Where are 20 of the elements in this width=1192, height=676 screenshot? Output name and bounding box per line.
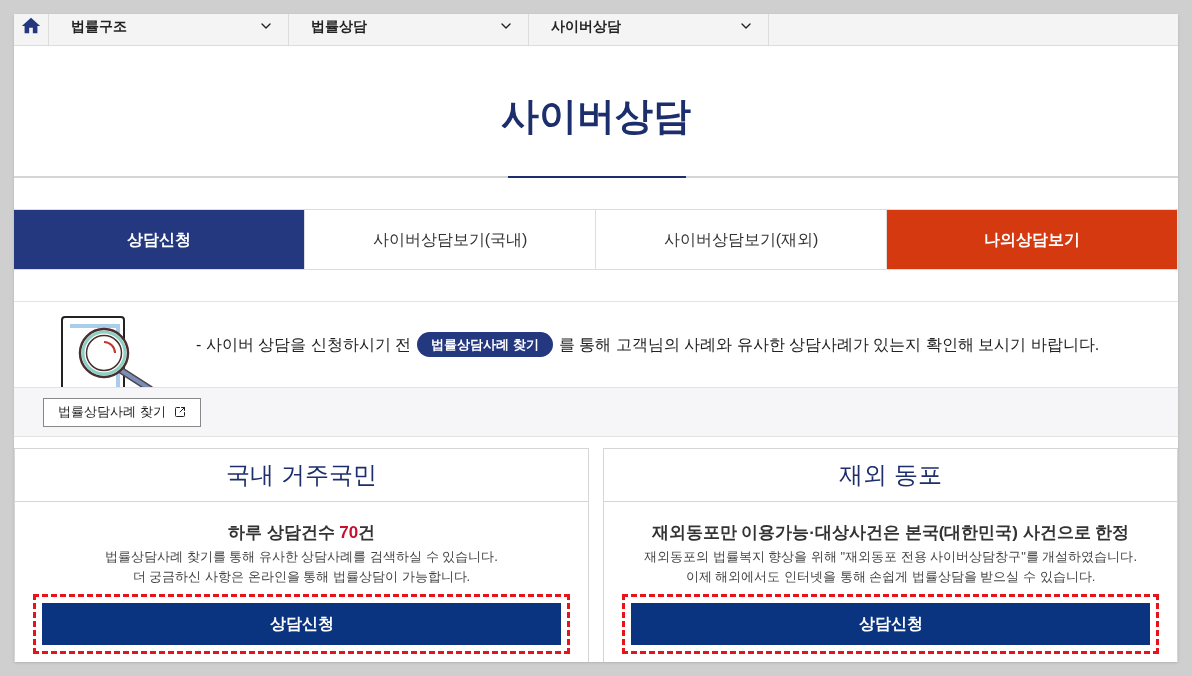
tab[interactable]: 나의상담보기 <box>887 210 1178 269</box>
external-link-icon <box>173 406 186 418</box>
card-description: 재외동포의 법률복지 향상을 위해 "재외동포 전용 사이버상담창구"를 개설하였습니다. <box>643 547 1138 566</box>
apply-button[interactable]: 상담신청 <box>631 602 1150 645</box>
case-search-link[interactable]: 법률상담사례 찾기 <box>417 331 553 358</box>
nav-dropdown[interactable]: 법률상담 <box>288 14 528 45</box>
tab[interactable]: 상담신청 <box>14 210 305 269</box>
card-title: 재외 동포 <box>839 460 942 490</box>
case-search-button[interactable]: 법률상담사례 찾기 <box>43 397 201 427</box>
card-description: 더 궁금하신 사항은 온라인을 통해 법률상담이 가능합니다. <box>132 567 471 586</box>
nav-dropdown[interactable]: 사이버상담 <box>528 14 768 45</box>
page-title: 사이버상담 <box>501 93 691 139</box>
card-title: 국내 거주국민 <box>226 460 377 490</box>
notice-text: - 사이버 상담을 신청하시기 전 법률상담사례 찾기 를 통해 고객님의 사례와 유사한 상담사례가 있는지 확인해 보시기 바랍니다. <box>196 331 1100 358</box>
card-headline: 하루 상담건수 70건 <box>227 522 376 544</box>
card-description: 이제 해외에서도 인터넷을 통해 손쉽게 법률상담을 받으실 수 있습니다. <box>685 567 1096 586</box>
card-headline: 재외동포만 이용가능·대상사건은 본국(대한민국) 사건으로 한정 <box>651 522 1130 544</box>
card-description: 법률상담사례 찾기를 통해 유사한 상담사례를 검색하실 수 있습니다. <box>105 547 498 566</box>
nav-dropdown[interactable]: 법률구조 <box>48 14 288 45</box>
apply-button[interactable]: 상담신청 <box>42 602 561 645</box>
